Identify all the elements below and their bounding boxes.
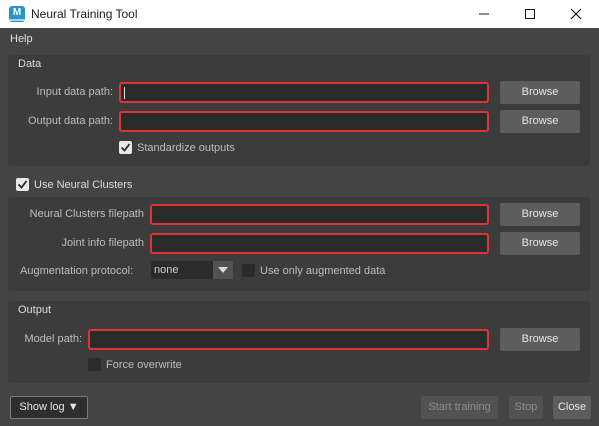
model-path-label: Model path:	[24, 333, 82, 345]
output-section-title: Output	[18, 304, 52, 316]
augmentation-protocol-label: Augmentation protocol:	[20, 265, 134, 277]
augmentation-selected-value: none	[154, 264, 179, 276]
force-overwrite-checkbox[interactable]	[88, 358, 101, 371]
menu-help[interactable]: Help	[10, 33, 33, 45]
input-path-field[interactable]	[119, 82, 489, 103]
augmentation-protocol-select[interactable]: none	[151, 261, 233, 279]
clusters-browse-button[interactable]: Browse	[500, 203, 580, 226]
augmented-only-checkbox[interactable]	[242, 264, 255, 277]
clusters-filepath-field[interactable]	[150, 204, 489, 225]
augmented-only-label: Use only augmented data	[260, 265, 386, 277]
output-path-label: Output data path:	[27, 115, 113, 127]
data-section: Data Input data path: Browse Output data…	[8, 55, 590, 166]
output-section: Output Model path: Browse Force overwrit…	[8, 301, 590, 383]
use-neural-clusters-label: Use Neural Clusters	[34, 179, 133, 191]
data-section-title: Data	[18, 58, 42, 70]
menu-bar: Help	[0, 28, 599, 50]
title-bar: M Neural Training Tool	[0, 0, 599, 28]
joint-info-field[interactable]	[150, 233, 489, 254]
maximize-button[interactable]	[507, 0, 553, 28]
standardize-label: Standardize outputs	[137, 142, 235, 154]
checkmark-icon	[17, 180, 28, 189]
minimize-icon	[479, 13, 489, 15]
output-path-field[interactable]	[119, 111, 489, 132]
neural-clusters-section: Neural Clusters filepath Browse Joint in…	[8, 197, 590, 291]
close-window-button[interactable]	[553, 0, 599, 28]
model-browse-button[interactable]: Browse	[500, 328, 580, 351]
app-icon-letter: M	[12, 7, 22, 18]
use-neural-clusters-checkbox[interactable]	[16, 178, 29, 191]
clusters-filepath-label: Neural Clusters filepath	[29, 208, 144, 220]
close-icon	[570, 8, 582, 20]
stop-button[interactable]: Stop	[509, 396, 543, 419]
start-training-button[interactable]: Start training	[421, 396, 498, 419]
force-overwrite-label: Force overwrite	[106, 359, 182, 371]
dropdown-arrow[interactable]	[213, 261, 233, 279]
output-browse-button[interactable]: Browse	[500, 110, 580, 133]
window-title: Neural Training Tool	[31, 7, 138, 21]
input-browse-button[interactable]: Browse	[500, 81, 580, 104]
standardize-checkbox[interactable]	[119, 141, 132, 154]
model-path-field[interactable]	[88, 329, 489, 350]
close-button[interactable]: Close	[553, 396, 591, 419]
maximize-icon	[525, 9, 535, 19]
checkmark-icon	[120, 143, 131, 152]
minimize-button[interactable]	[461, 0, 507, 28]
show-log-button[interactable]: Show log ▼	[10, 396, 88, 419]
maya-app-icon: M	[9, 6, 25, 22]
chevron-down-icon	[218, 267, 228, 273]
joint-browse-button[interactable]: Browse	[500, 232, 580, 255]
input-path-label: Input data path:	[36, 86, 113, 98]
text-caret	[124, 87, 125, 99]
joint-info-label: Joint info filepath	[61, 237, 144, 249]
